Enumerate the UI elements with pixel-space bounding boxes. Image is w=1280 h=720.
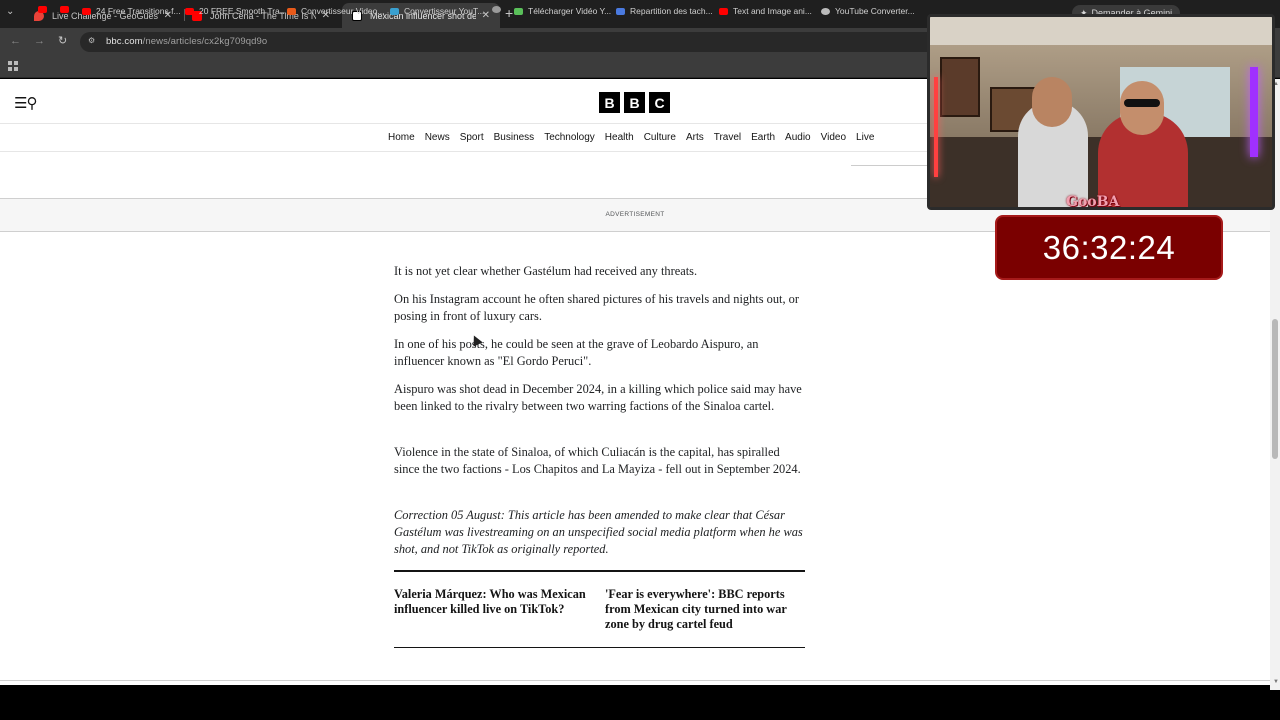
tab-search-chevron-icon[interactable]: ⌄ — [6, 6, 14, 17]
article-paragraph: In one of his posts, he could be seen at… — [394, 337, 759, 369]
bbc-logo[interactable]: B B C — [599, 92, 670, 113]
converter-icon — [390, 7, 399, 15]
menu-search-icon[interactable]: ☰⚲ — [14, 94, 37, 112]
related-divider — [394, 570, 805, 572]
download-icon — [514, 7, 523, 15]
url-text[interactable]: bbc.com/news/articles/cx2kg709qd9o — [106, 36, 267, 47]
related-link[interactable]: 'Fear is everywhere': BBC reports from M… — [605, 587, 801, 632]
converter-z-icon — [287, 7, 296, 15]
bookmark-item[interactable]: YouTube Converter... — [821, 6, 915, 16]
bookmark-item[interactable]: 24 Free Transitions f... — [82, 6, 181, 16]
apps-grid-icon[interactable] — [8, 61, 18, 71]
docs-icon — [616, 7, 625, 15]
globe-icon — [821, 7, 830, 15]
article-paragraph: Aispuro was shot dead in December 2024, … — [394, 382, 802, 414]
nav-culture[interactable]: Culture — [644, 132, 676, 143]
globe-icon — [492, 6, 501, 13]
youtube-icon — [185, 7, 194, 15]
webcam-person — [1120, 81, 1164, 135]
logo-letter: B — [599, 92, 620, 113]
nav-technology[interactable]: Technology — [544, 132, 595, 143]
url-domain: bbc.com — [106, 36, 143, 47]
nav-video[interactable]: Video — [821, 132, 846, 143]
bookmark-item[interactable]: 20 FREE Smooth Tra... — [185, 6, 287, 16]
correction-note: Correction 05 August: This article has b… — [394, 508, 803, 557]
youtube-icon — [82, 7, 91, 15]
divider — [851, 165, 931, 166]
youtube-icon — [38, 6, 47, 13]
related-link[interactable]: Valeria Márquez: Who was Mexican influen… — [394, 587, 590, 617]
webcam-person — [1032, 77, 1072, 127]
nav-business[interactable]: Business — [494, 132, 535, 143]
webcam-label: GooBA — [1066, 194, 1120, 210]
article-paragraph: On his Instagram account he often shared… — [394, 292, 800, 324]
stream-timer: 36:32:24 — [995, 215, 1223, 280]
scrollbar-thumb[interactable] — [1272, 319, 1278, 459]
article-paragraph: Violence in the state of Sinaloa, of whi… — [394, 445, 801, 477]
site-info-icon[interactable]: ⚙ — [88, 36, 98, 46]
forward-arrow-icon[interactable]: → — [34, 35, 45, 47]
bookmark-item[interactable]: Télécharger Vidéo Y... — [514, 6, 611, 16]
bookmark-item[interactable] — [492, 6, 506, 13]
youtube-icon — [719, 7, 728, 15]
reload-icon[interactable]: ↻ — [58, 34, 67, 47]
youtube-icon — [60, 6, 69, 13]
nav-sport[interactable]: Sport — [460, 132, 484, 143]
bookmark-item[interactable]: Convertisseur YouT... — [390, 6, 484, 16]
webcam-background — [940, 57, 980, 117]
article-paragraph: It is not yet clear whether Gastélum had… — [394, 264, 698, 278]
scroll-down-arrow-icon[interactable]: ▼ — [1273, 679, 1279, 685]
divider — [0, 680, 1270, 681]
webcam-neon-light — [1250, 67, 1258, 157]
nav-live[interactable]: Live — [856, 132, 874, 143]
nav-health[interactable]: Health — [605, 132, 634, 143]
webcam-overlay — [927, 14, 1275, 210]
nav-arts[interactable]: Arts — [686, 132, 704, 143]
bookmark-item[interactable] — [38, 6, 52, 13]
back-arrow-icon[interactable]: ← — [10, 35, 21, 47]
nav-earth[interactable]: Earth — [751, 132, 775, 143]
url-path: /news/articles/cx2kg709qd9o — [142, 36, 268, 47]
nav-news[interactable]: News — [425, 132, 450, 143]
webcam-person — [1124, 99, 1160, 107]
bookmark-item[interactable]: Text and Image ani... — [719, 6, 812, 16]
nav-travel[interactable]: Travel — [714, 132, 741, 143]
nav-audio[interactable]: Audio — [785, 132, 811, 143]
main-nav: Home News Sport Business Technology Heal… — [388, 132, 874, 143]
bookmark-item[interactable]: Convertisseur Video... — [287, 6, 384, 16]
webcam-neon-light — [934, 77, 938, 177]
new-tab-plus-icon[interactable]: + — [505, 5, 513, 21]
bookmark-item[interactable] — [60, 6, 74, 13]
logo-letter: C — [649, 92, 670, 113]
related-divider — [394, 647, 805, 648]
webcam-background — [930, 17, 1272, 45]
nav-home[interactable]: Home — [388, 132, 415, 143]
logo-letter: B — [624, 92, 645, 113]
bookmark-item[interactable]: Repartition des tach... — [616, 6, 713, 16]
